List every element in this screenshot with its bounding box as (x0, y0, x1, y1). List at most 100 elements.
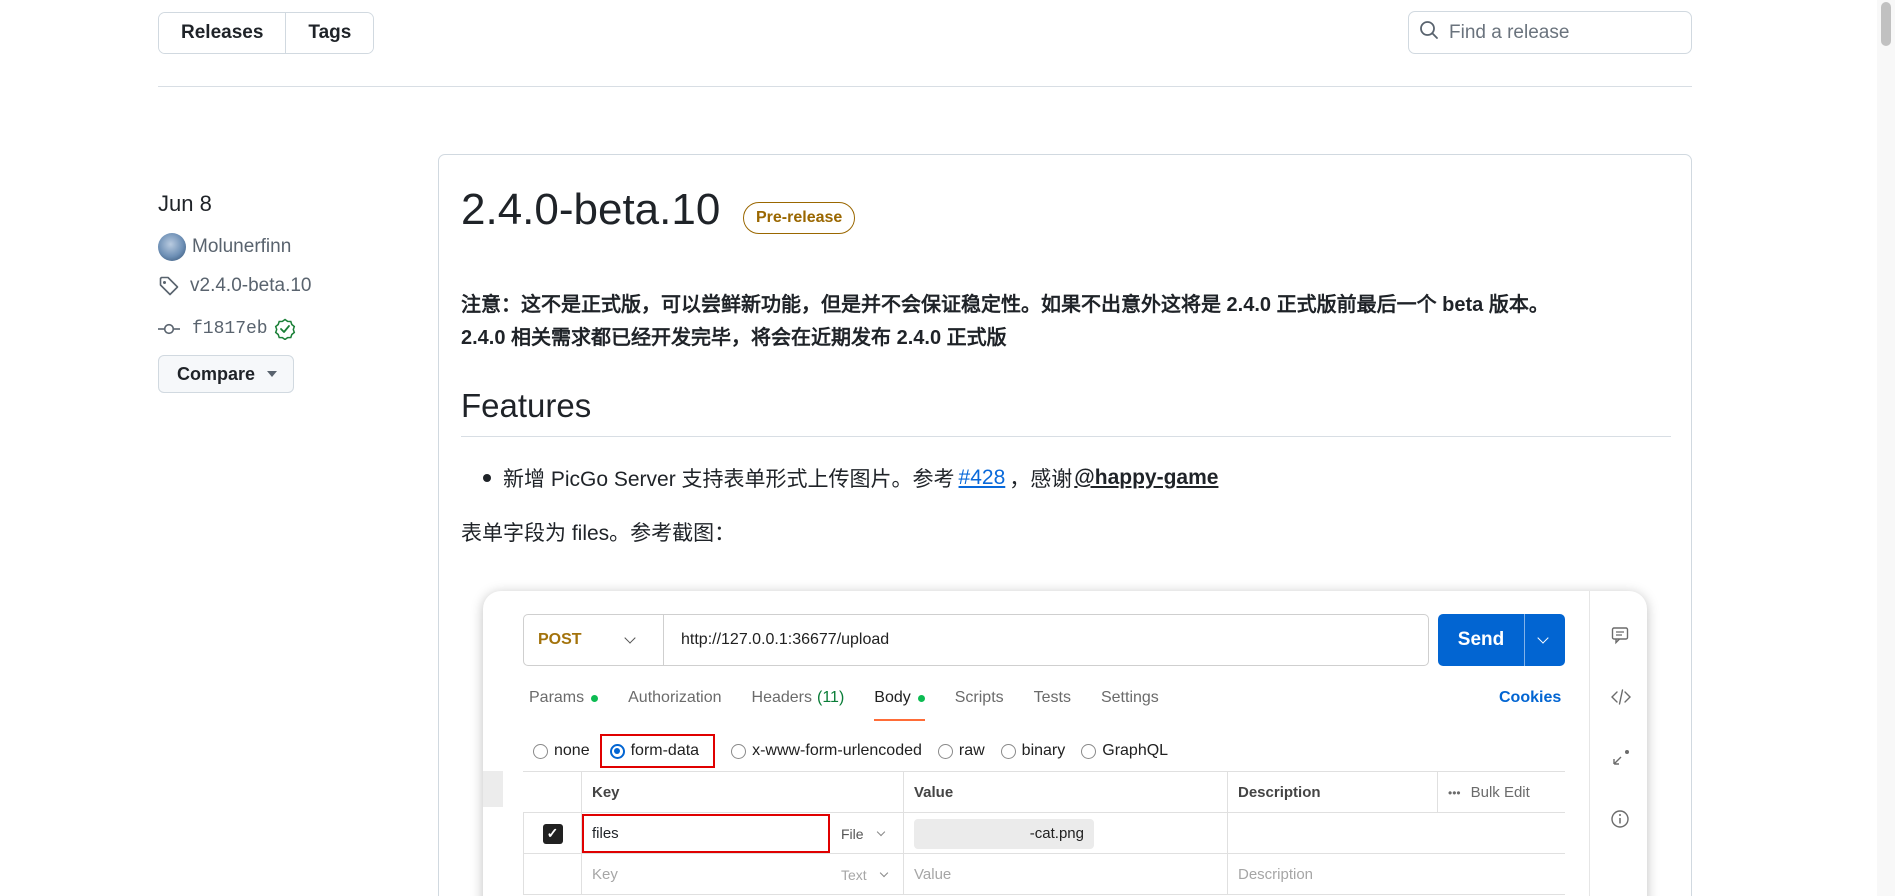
pre-release-badge: Pre-release (743, 202, 856, 234)
radio-icon (533, 743, 548, 759)
highlight-box: files (582, 814, 830, 853)
radio-urlencoded: x-www-form-urlencoded (731, 742, 922, 760)
commit-hash[interactable]: f1817eb (192, 319, 268, 339)
tab-authorization: Authorization (628, 689, 721, 707)
notice-line-2: 2.4.0 相关需求都已经开发完毕，将会在近期发布 2.4.0 正式版 (461, 327, 1007, 349)
status-dot (591, 694, 599, 702)
row-check-cell: ✓ (523, 813, 581, 854)
verified-check-icon[interactable] (274, 318, 296, 340)
key-header: Key (581, 772, 903, 813)
row-check-cell (523, 854, 581, 895)
tab-scripts: Scripts (955, 689, 1004, 707)
compare-button[interactable]: Compare (158, 355, 295, 393)
tab-label: Settings (1100, 689, 1159, 706)
scrollbar-thumb[interactable] (1881, 2, 1891, 46)
bulk-edit: ••• Bulk Edit (1437, 772, 1565, 813)
value-header: Value (903, 772, 1227, 813)
key-cell: files (581, 813, 831, 854)
comment-icon (1610, 625, 1630, 645)
radio-label: binary (1021, 742, 1066, 759)
radio-label: GraphQL (1102, 742, 1169, 759)
radio-selected-icon (609, 743, 625, 759)
info-icon (1610, 809, 1630, 829)
release-title[interactable]: 2.4.0-beta.10 (461, 185, 720, 235)
tab-body: Body (874, 689, 926, 721)
radio-icon (1081, 743, 1097, 759)
avatar[interactable] (158, 233, 186, 261)
release-date: Jun 8 (158, 191, 212, 216)
radio-raw: raw (937, 742, 985, 760)
tag-row[interactable]: v2.4.0-beta.10 (158, 275, 311, 297)
value-cell: Value (903, 854, 1227, 895)
tab-settings: Settings (1101, 689, 1159, 707)
divider (461, 436, 1671, 437)
page-scrollbar[interactable] (1877, 0, 1895, 896)
radio-icon (937, 743, 953, 759)
method-label: POST (538, 631, 582, 648)
chevron-down-icon (1537, 632, 1549, 644)
status-dot (917, 694, 925, 702)
file-name: -cat.png (1029, 825, 1084, 842)
tag-name[interactable]: v2.4.0-beta.10 (190, 275, 311, 297)
type-label: File (841, 825, 864, 842)
table-header-row: Key Value Description ••• Bulk Edit (523, 772, 1565, 813)
related-collections-icon (1610, 747, 1630, 767)
type-label: Text (841, 866, 867, 883)
chevron-down-icon (876, 827, 885, 836)
type-select: Text (831, 854, 903, 895)
form-data-table: Key Value Description ••• Bulk Edit ✓ fil… (523, 771, 1565, 895)
chevron-down-icon (879, 868, 888, 877)
release-search[interactable] (1408, 11, 1692, 54)
author-name[interactable]: Molunerfinn (192, 236, 291, 258)
features-heading: Features (461, 387, 592, 424)
send-button: Send (1438, 614, 1565, 666)
tab-label: Body (874, 689, 911, 706)
caret-down-icon (267, 371, 278, 377)
notice-line-1: 注意：这不是正式版，可以尝鲜新功能，但是并不会保证稳定性。如果不出意外这将是 2… (461, 294, 1549, 316)
radio-form-data: form-data (599, 734, 716, 768)
send-label: Send (1457, 629, 1505, 650)
author-row[interactable]: Molunerfinn (158, 233, 291, 261)
key-cell: Key (581, 854, 831, 895)
issue-link[interactable]: #428 (959, 466, 1006, 490)
radio-icon (1000, 743, 1016, 759)
feature-list-item: 新增 PicGo Server 支持表单形式上传图片。参考 #428 ，感谢 @… (461, 463, 1218, 493)
description-cell: Description (1227, 854, 1565, 895)
checkbox-checked-icon: ✓ (542, 823, 563, 844)
url-bar: POST http://127.0.0.1:36677/upload (523, 614, 1429, 666)
release-notice: 注意：这不是正式版，可以尝鲜新功能，但是并不会保证稳定性。如果不出意外这将是 2… (461, 289, 1671, 355)
radio-label: none (554, 742, 590, 759)
releases-tab[interactable]: Releases (159, 13, 287, 53)
user-mention-link[interactable]: @happy-game (1074, 466, 1218, 490)
tab-label: Tests (1033, 689, 1071, 706)
cookies-link: Cookies (1499, 689, 1562, 706)
right-toolbar (1589, 591, 1647, 896)
thanks-text: ，感谢 (1009, 468, 1073, 491)
url-input: http://127.0.0.1:36677/upload (681, 631, 890, 648)
bulk-edit-label: Bulk Edit (1470, 784, 1530, 801)
tab-label: Params (529, 689, 585, 706)
divider (1524, 614, 1525, 666)
bullet-icon (483, 474, 491, 482)
headers-count: (11) (817, 689, 845, 706)
method-select: POST (524, 615, 664, 665)
postman-screenshot: POST http://127.0.0.1:36677/upload Send … (483, 591, 1647, 896)
radio-label: form-data (630, 742, 700, 759)
commit-row[interactable]: f1817eb (158, 318, 296, 340)
tags-tab[interactable]: Tags (286, 13, 374, 53)
feature-text: 新增 PicGo Server 支持表单形式上传图片。参考 (503, 468, 955, 491)
description-cell (1227, 813, 1565, 854)
radio-icon (731, 743, 747, 759)
tab-params: Params (529, 689, 599, 707)
panel-edge (483, 771, 503, 807)
radio-none: none (533, 742, 590, 760)
tab-headers: Headers (11) (752, 689, 845, 707)
release-card: 2.4.0-beta.10 Pre-release 注意：这不是正式版，可以尝鲜… (438, 154, 1692, 896)
more-icon: ••• (1448, 785, 1461, 800)
radio-binary: binary (1000, 742, 1066, 760)
chevron-down-icon (623, 632, 636, 644)
radio-label: x-www-form-urlencoded (752, 742, 922, 759)
file-chip: -cat.png (914, 818, 1094, 849)
search-input[interactable] (1449, 21, 1679, 44)
code-icon (1610, 687, 1631, 707)
